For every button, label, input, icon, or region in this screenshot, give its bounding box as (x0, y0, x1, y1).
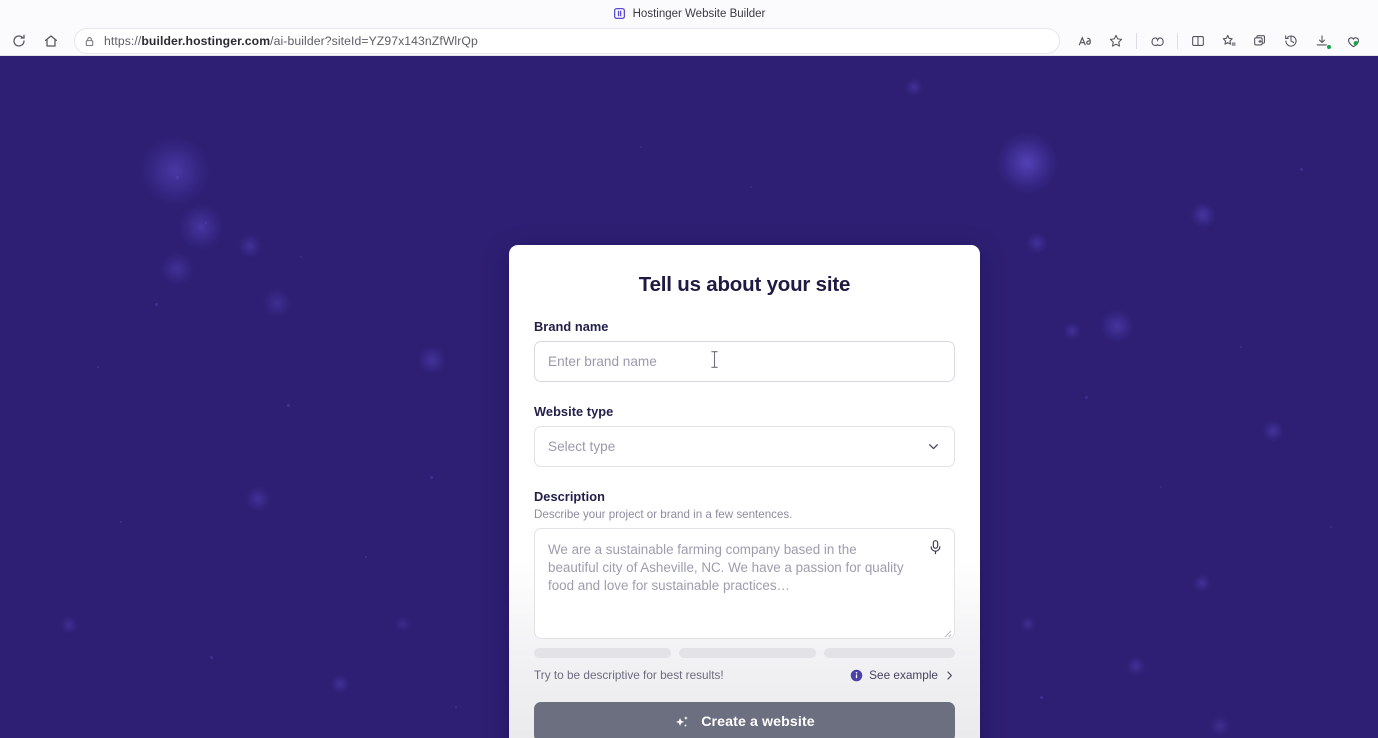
chevron-down-icon (926, 439, 941, 454)
description-label: Description (534, 489, 605, 504)
brand-name-label: Brand name (534, 319, 609, 334)
website-type-select[interactable]: Select type (534, 426, 955, 467)
hostinger-favicon-icon (613, 7, 626, 20)
see-example-label: See example (869, 668, 938, 682)
suggestion-skeletons (534, 648, 955, 658)
suggestion-skeleton-1 (534, 648, 671, 658)
info-circle-icon (850, 669, 863, 682)
browser-chrome: Hostinger Website Builder https://builde… (0, 0, 1378, 56)
browser-essentials-button[interactable] (1338, 28, 1368, 54)
collections-button[interactable] (1245, 28, 1275, 54)
suggestion-skeleton-3 (823, 648, 955, 658)
description-hint-row: Try to be descriptive for best results! … (534, 668, 955, 682)
suggestion-skeleton-2 (678, 648, 816, 658)
description-field-group: Description Describe your project or bra… (534, 489, 955, 682)
description-hint: Try to be descriptive for best results! (534, 668, 724, 682)
sparkle-icon (674, 714, 691, 731)
refresh-button[interactable] (4, 28, 34, 54)
website-type-label: Website type (534, 404, 614, 419)
website-type-selected-value: Select type (548, 439, 616, 454)
ai-builder-page: Tell us about your site Brand name Websi… (0, 56, 1378, 738)
split-screen-button[interactable] (1183, 28, 1213, 54)
see-example-link[interactable]: See example (850, 668, 955, 682)
lock-icon (83, 35, 96, 48)
url-text: https://builder.hostinger.com/ai-builder… (104, 34, 478, 48)
brand-name-input[interactable] (534, 341, 955, 382)
home-button[interactable] (36, 28, 66, 54)
history-button[interactable] (1276, 28, 1306, 54)
read-aloud-button[interactable] (1070, 28, 1100, 54)
toolbar-right-controls (1070, 28, 1368, 54)
brand-name-field-group: Brand name (534, 319, 955, 382)
downloads-button[interactable] (1307, 28, 1337, 54)
description-sublabel: Describe your project or brand in a few … (534, 508, 793, 521)
tab-title: Hostinger Website Builder (632, 7, 766, 20)
favorites-button[interactable] (1214, 28, 1244, 54)
downloads-badge (1326, 44, 1332, 50)
site-details-card: Tell us about your site Brand name Websi… (509, 245, 980, 738)
toolbar-divider (1136, 33, 1137, 49)
add-favorite-button[interactable] (1101, 28, 1131, 54)
browser-toolbar: https://builder.hostinger.com/ai-builder… (0, 27, 1378, 55)
browser-tab[interactable]: Hostinger Website Builder (613, 7, 766, 20)
website-type-field-group: Website type Select type (534, 404, 955, 467)
create-website-button[interactable]: Create a website (534, 702, 955, 738)
description-textarea[interactable] (534, 528, 955, 639)
chevron-right-icon (944, 670, 955, 681)
tab-strip: Hostinger Website Builder (0, 0, 1378, 27)
microphone-icon[interactable] (928, 539, 943, 561)
copilot-button[interactable] (1142, 28, 1172, 54)
page-title: Tell us about your site (638, 273, 851, 296)
toolbar-divider-2 (1177, 33, 1178, 49)
create-website-label: Create a website (701, 714, 815, 730)
address-bar[interactable]: https://builder.hostinger.com/ai-builder… (74, 28, 1060, 54)
